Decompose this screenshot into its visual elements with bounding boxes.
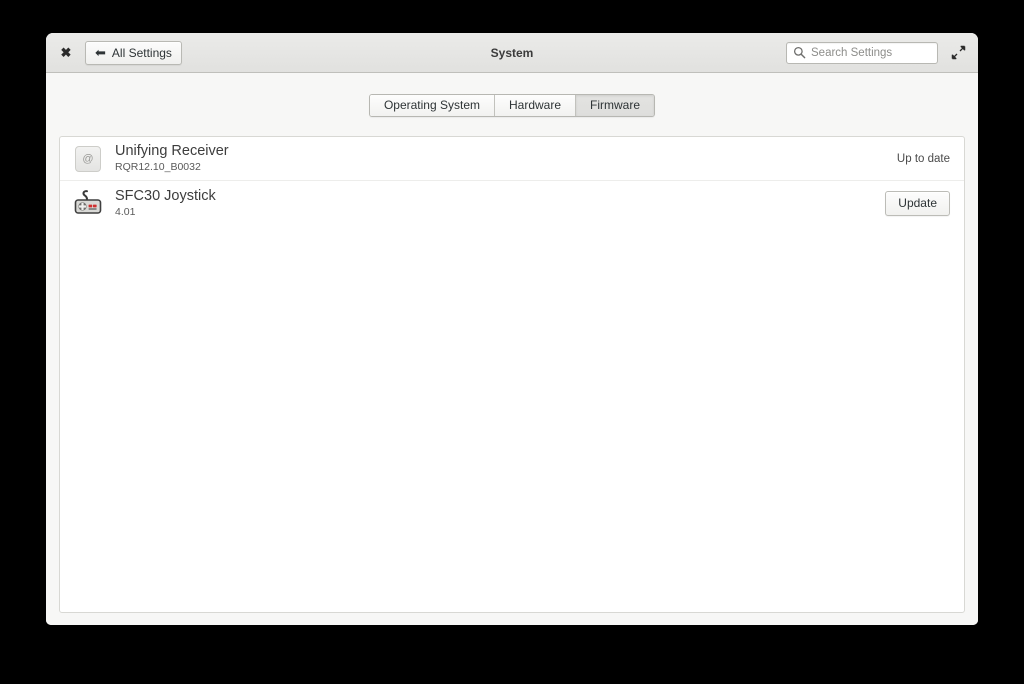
search-settings-box[interactable]: [786, 41, 938, 64]
device-info: SFC30 Joystick 4.01: [115, 188, 216, 219]
device-name: Unifying Receiver: [115, 143, 229, 159]
gamepad-glyph: [74, 190, 102, 214]
table-row[interactable]: SFC30 Joystick 4.01 Update: [60, 181, 964, 225]
settings-body: Operating System Hardware Firmware @ Uni…: [46, 73, 978, 625]
window-headerbar: System ✖ ⬅ All Settings: [46, 33, 978, 73]
tab-hardware[interactable]: Hardware: [495, 95, 577, 116]
settings-window: System ✖ ⬅ All Settings Search Settings …: [46, 33, 978, 625]
maximize-glyph: [951, 45, 965, 60]
generic-device-glyph: @: [75, 145, 101, 172]
device-version: 4.01: [115, 205, 136, 218]
generic-device-icon: @: [72, 143, 104, 175]
firmware-device-list: @ Unifying Receiver RQR12.10_B0032 Up to…: [59, 136, 965, 613]
table-row[interactable]: @ Unifying Receiver RQR12.10_B0032 Up to…: [60, 137, 964, 181]
search-input[interactable]: [811, 46, 931, 59]
arrow-left-icon: ⬅: [95, 45, 106, 60]
headerbar-left-controls: ✖ ⬅ All Settings: [56, 40, 182, 65]
all-settings-button[interactable]: ⬅ All Settings: [85, 40, 182, 65]
status-badge: Up to date: [896, 152, 950, 165]
device-version: RQR12.10_B0032: [115, 161, 201, 173]
search-icon: [793, 46, 806, 59]
headerbar-right-controls: [786, 41, 968, 64]
device-name: SFC30 Joystick: [115, 187, 216, 204]
close-icon[interactable]: ✖: [56, 43, 76, 63]
tab-operating-system[interactable]: Operating System: [369, 95, 495, 116]
device-action-area: Up to date: [897, 153, 950, 165]
gamepad-icon: [72, 187, 104, 219]
update-button[interactable]: Update: [885, 190, 950, 216]
device-action-area: Update: [885, 190, 950, 216]
maximize-icon[interactable]: [948, 43, 968, 63]
all-settings-label: All Settings: [111, 45, 172, 60]
device-info: Unifying Receiver RQR12.10_B0032: [115, 143, 229, 174]
settings-tab-bar: Operating System Hardware Firmware: [368, 94, 656, 117]
tab-firmware[interactable]: Firmware: [576, 95, 655, 116]
